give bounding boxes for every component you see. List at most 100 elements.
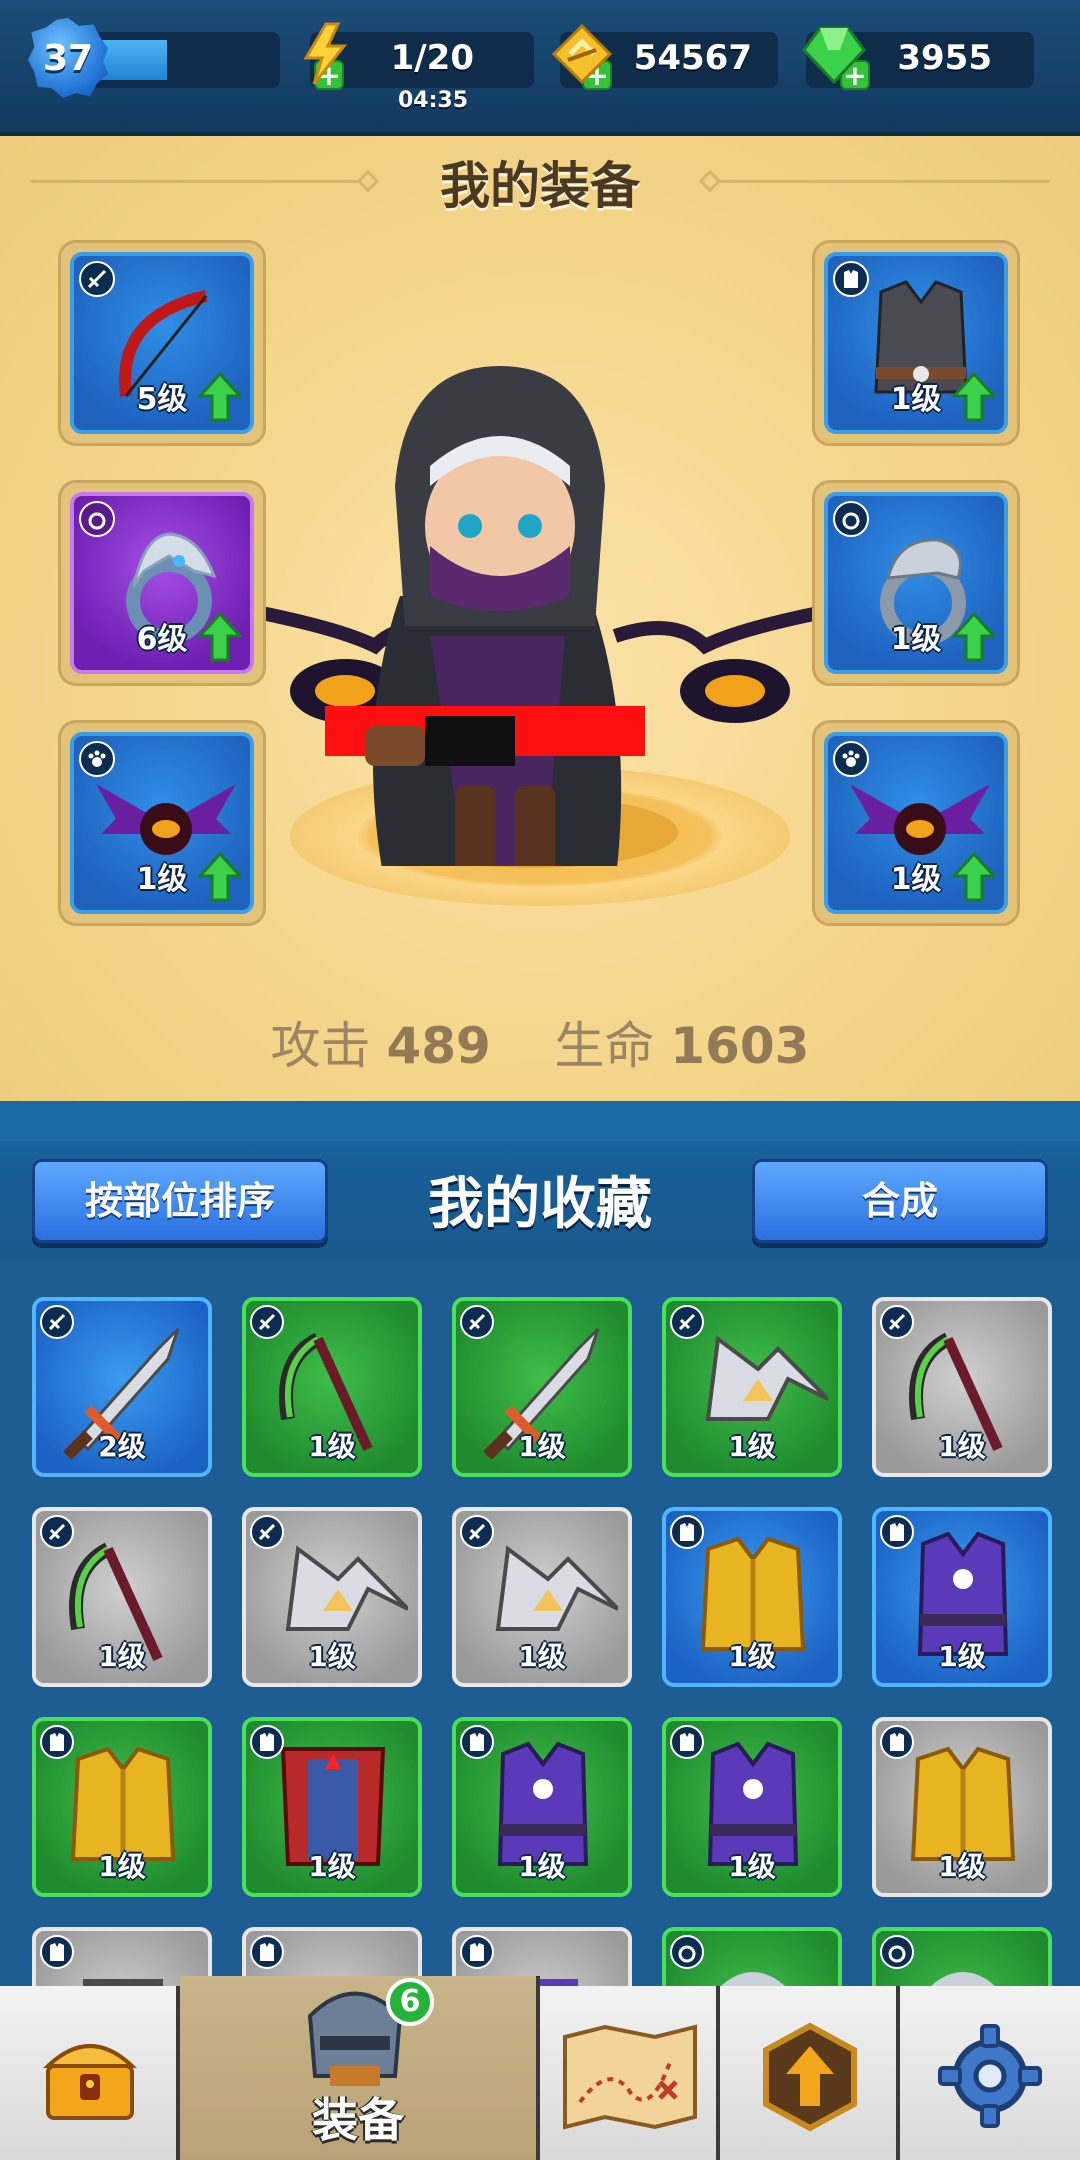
- player-level-text: 37: [42, 37, 94, 79]
- collection-item-level: 1级: [728, 1430, 776, 1463]
- hp-label: 生命: [554, 1017, 655, 1075]
- weapon-type-icon: [250, 1305, 284, 1339]
- collection-item-gold-armor[interactable]: 1级: [32, 1717, 212, 1897]
- collection-item-level: 1级: [938, 1850, 986, 1883]
- armor-type-icon: [40, 1725, 74, 1759]
- weapon-type-icon: [40, 1515, 74, 1549]
- collection-item-gold-armor[interactable]: 1级: [872, 1717, 1052, 1897]
- upgrade-arrow-icon: [952, 612, 996, 662]
- treasure-chest-icon: [42, 2044, 138, 2120]
- equipment-panel: 我的装备 5级 6级 1级 1级 1级 1级 攻击 489 生命 1603: [0, 136, 1080, 1101]
- lightning-icon: [303, 22, 348, 85]
- armor-type-icon: [670, 1725, 704, 1759]
- weapon-type-icon: [250, 1515, 284, 1549]
- merge-button[interactable]: 合成: [752, 1159, 1048, 1243]
- ring-type-icon: [670, 1935, 704, 1969]
- collection-item-level: 1级: [308, 1430, 356, 1463]
- armor-type-icon: [460, 1725, 494, 1759]
- collection-item-level: 1级: [308, 1640, 356, 1673]
- collection-item-level: 1级: [518, 1640, 566, 1673]
- weapon-type-icon: [670, 1305, 704, 1339]
- collection-item-purple-robe[interactable]: 1级: [872, 1507, 1052, 1687]
- slot-armor[interactable]: 1级: [812, 240, 1020, 446]
- weapon-type-icon: [40, 1305, 74, 1339]
- collection-item-red-cloak[interactable]: 1级: [242, 1717, 422, 1897]
- collection-item-level: 1级: [518, 1850, 566, 1883]
- collection-item-sword[interactable]: 1级: [452, 1297, 632, 1477]
- upgrade-arrow-icon: [198, 372, 242, 422]
- upgrade-arrow-icon: [952, 852, 996, 902]
- upgrade-arrow-icon: [198, 612, 242, 662]
- ring-type-icon: [880, 1935, 914, 1969]
- collection-item-purple-robe[interactable]: 1级: [452, 1717, 632, 1897]
- collection-item-level: 1级: [938, 1640, 986, 1673]
- upgrade-hexagon-icon: [763, 2022, 857, 2132]
- collection-item-ring[interactable]: [872, 1927, 1052, 1986]
- collection-item-level: 1级: [308, 1850, 356, 1883]
- nav-tab-settings[interactable]: [900, 1986, 1080, 2160]
- slot-ring-1[interactable]: 6级: [58, 480, 266, 686]
- hero-stats: 攻击 489 生命 1603: [0, 1006, 1080, 1078]
- collection-item-level: 1级: [98, 1640, 146, 1673]
- collection-item-level: 1级: [728, 1640, 776, 1673]
- nav-tab-shop[interactable]: [0, 1986, 180, 2160]
- nav-tab-upgrade[interactable]: [720, 1986, 900, 2160]
- collection-header: 按部位排序 我的收藏 合成: [0, 1101, 1080, 1261]
- collection-item-level: 2级: [98, 1430, 146, 1463]
- upgrade-arrow-icon: [952, 372, 996, 422]
- collection-item-gold-armor[interactable]: 1级: [662, 1507, 842, 1687]
- weapon-type-icon: [880, 1305, 914, 1339]
- collection-item-shuriken[interactable]: 1级: [662, 1297, 842, 1477]
- energy-value: 1/20: [390, 38, 474, 78]
- energy-timer: 04:35: [398, 88, 469, 113]
- collection-item-level: 1级: [518, 1430, 566, 1463]
- equipment-count-badge: 6: [386, 1978, 434, 2026]
- gem-value: 3955: [897, 38, 992, 78]
- collection-item-scythe[interactable]: 1级: [32, 1507, 212, 1687]
- weapon-type-icon: [460, 1515, 494, 1549]
- collection-item-shuriken[interactable]: 1级: [242, 1507, 422, 1687]
- collection-item-scythe[interactable]: 1级: [872, 1297, 1052, 1477]
- ring-type-icon: [833, 501, 869, 537]
- armor-type-icon: [833, 261, 869, 297]
- slot-ring-2[interactable]: 1级: [812, 480, 1020, 686]
- collection-item-ring[interactable]: [662, 1927, 842, 1986]
- pet-type-icon: [833, 741, 869, 777]
- attack-value: 489: [386, 1017, 491, 1075]
- attack-label: 攻击: [270, 1017, 371, 1075]
- armor-type-icon: [670, 1515, 704, 1549]
- nav-tab-equipment[interactable]: 6 装备: [180, 1976, 540, 2160]
- equipment-title: 我的装备: [440, 157, 640, 215]
- weapon-type-icon: [460, 1305, 494, 1339]
- collection-item-sword[interactable]: 2级: [32, 1297, 212, 1477]
- pet-type-icon: [79, 741, 115, 777]
- collection-item-shuriken[interactable]: 1级: [452, 1507, 632, 1687]
- hp-value: 1603: [670, 1017, 810, 1075]
- armor-type-icon: [880, 1515, 914, 1549]
- top-resource-bar: 37 1/20 04:35 + 54567 + 3955 +: [0, 0, 1080, 136]
- gem-icon: [802, 26, 866, 85]
- gold-coin-icon: [551, 23, 613, 85]
- collection-item-level: 1级: [728, 1850, 776, 1883]
- hero-character[interactable]: [215, 306, 865, 866]
- armor-type-icon: [880, 1725, 914, 1759]
- ring-type-icon: [79, 501, 115, 537]
- slot-pet-2[interactable]: 1级: [812, 720, 1020, 926]
- treasure-map-icon: [563, 2024, 697, 2130]
- nav-tab-map[interactable]: [540, 1986, 720, 2160]
- armor-type-icon: [250, 1935, 284, 1969]
- armor-type-icon: [460, 1935, 494, 1969]
- nav-tab-equipment-label: 装备: [312, 2093, 404, 2147]
- armor-type-icon: [250, 1725, 284, 1759]
- collection-item-scythe[interactable]: 1级: [242, 1297, 422, 1477]
- slot-weapon[interactable]: 5级: [58, 240, 266, 446]
- collection-item-level: 1级: [938, 1430, 986, 1463]
- gold-value: 54567: [633, 38, 752, 78]
- armor-type-icon: [40, 1935, 74, 1969]
- gear-icon: [938, 2024, 1042, 2128]
- bottom-navigation: 6 装备: [0, 1976, 1080, 2160]
- slot-pet-1[interactable]: 1级: [58, 720, 266, 926]
- upgrade-arrow-icon: [198, 852, 242, 902]
- collection-item-purple-robe[interactable]: 1级: [662, 1717, 842, 1897]
- collection-grid: 2级 1级 1级 1级 1级 1级 1级 1级 1级 1级 1级 1级 1级 1级 1级: [0, 1261, 1080, 1986]
